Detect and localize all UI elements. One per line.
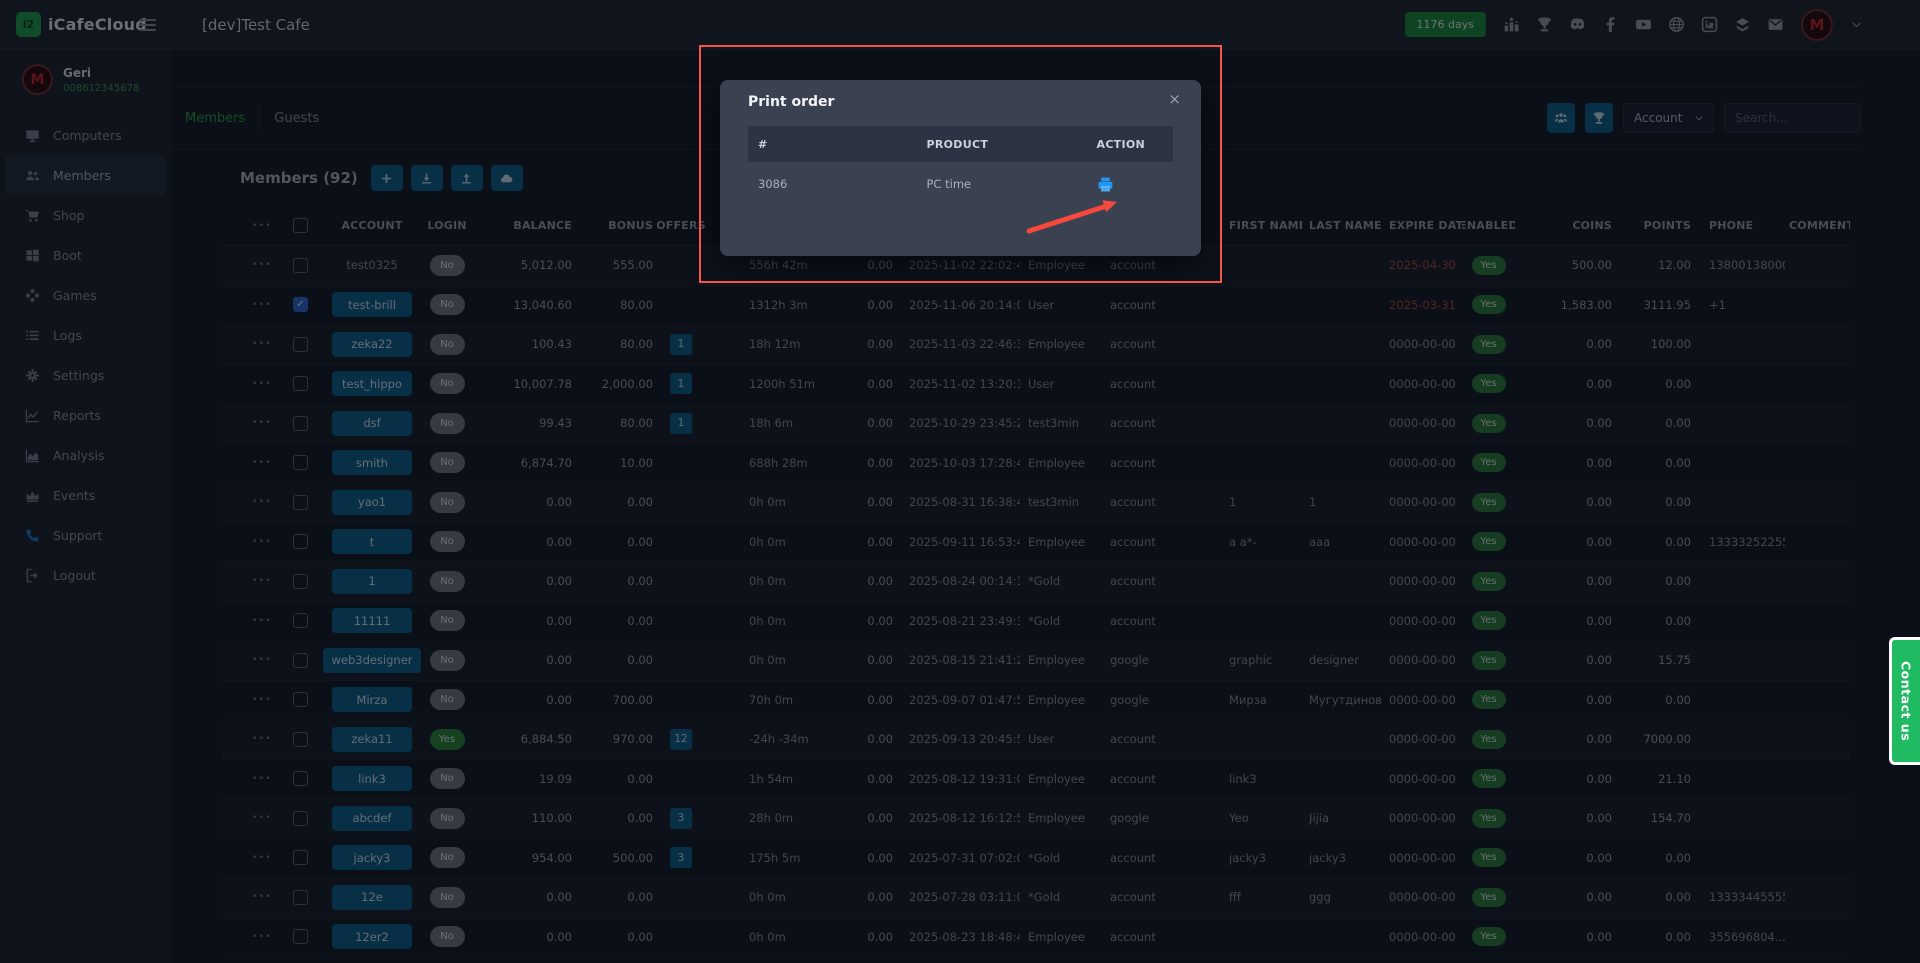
- order-id: 3086: [758, 177, 788, 191]
- modal-table-header: # PRODUCT ACTION: [748, 126, 1173, 162]
- modal-table-row: 3086 PC time: [748, 162, 1173, 206]
- modal-col-product: PRODUCT: [926, 137, 989, 151]
- order-product: PC time: [926, 177, 972, 191]
- contact-us-tab[interactable]: Contact us: [1889, 637, 1920, 765]
- modal-title: Print order: [748, 94, 835, 110]
- modal-table: # PRODUCT ACTION 3086 PC time: [748, 126, 1173, 206]
- print-order-modal: Print order × # PRODUCT ACTION 3086 PC ti…: [720, 80, 1201, 256]
- print-button[interactable]: [1097, 176, 1174, 193]
- printer-icon: [1097, 176, 1114, 193]
- contact-us-label: Contact us: [1898, 660, 1914, 742]
- modal-col-action: ACTION: [1096, 137, 1146, 151]
- modal-col-id: #: [758, 137, 768, 151]
- close-icon[interactable]: ×: [1168, 90, 1181, 108]
- icafecloud-app: i2 iCafeCloud [dev]Test Cafe 1176 days M…: [0, 0, 1920, 963]
